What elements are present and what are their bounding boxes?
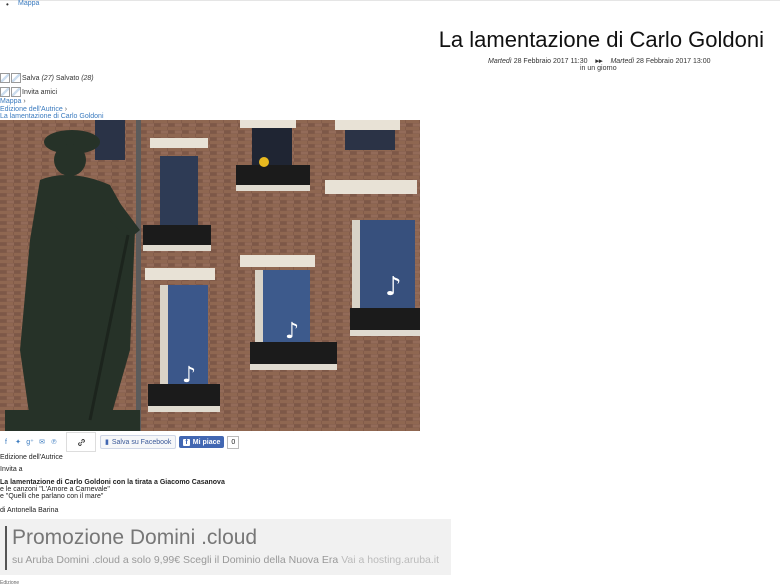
save-count: (27) (41, 74, 54, 82)
description-line-3: e "Quelli che parlano con il mare" (0, 493, 104, 500)
save-link[interactable]: Salva (22, 75, 40, 82)
start-date: 28 Febbraio (513, 58, 552, 65)
author-text: di Antonella Barina (0, 507, 59, 514)
breadcrumb: Mappa › Edizione dell'Autrice › La lamen… (0, 98, 104, 120)
ad-accent-bar (5, 526, 7, 570)
saved-count: (28) (81, 74, 94, 82)
organizer-text: Edizione dell'Autrice (0, 454, 63, 461)
saved-link[interactable]: Salvato (56, 75, 79, 82)
google-plus-icon[interactable]: g⁺ (24, 438, 36, 446)
share-bar: f ✦ g⁺ ✉ ℗ ▮ Salva su Facebook f Mi piace … (0, 432, 240, 452)
breadcrumb-item-organizer[interactable]: Edizione dell'Autrice (0, 106, 63, 113)
breadcrumb-item-event[interactable]: La lamentazione di Carlo Goldoni (0, 113, 104, 120)
end-date: 28 Febbraio (636, 58, 674, 65)
start-day: Martedì (488, 58, 512, 65)
like-count: 0 (227, 435, 240, 449)
ad-url[interactable]: Vai a hosting.aruba.it (341, 554, 439, 566)
breadcrumb-item-map[interactable]: Mappa (0, 98, 21, 105)
top-border (0, 0, 780, 1)
end-time: 13:00 (693, 58, 711, 65)
invite-text: Invita a (0, 466, 23, 473)
map-link[interactable]: Mappa (6, 0, 40, 9)
invite-row: Invita amici (0, 86, 57, 98)
start-year: 2017 (553, 58, 569, 65)
end-year: 2017 (675, 58, 692, 65)
invite-icon[interactable] (0, 87, 10, 97)
start-time: 11:30 (570, 58, 588, 65)
description-line-1: La lamentazione di Carlo Goldoni con la … (0, 479, 225, 486)
email-icon[interactable]: ✉ (36, 438, 48, 446)
event-dates: Martedì 28 Febbraio 2017 11:30 ▸▸ Marted… (488, 57, 711, 65)
save-row: Salva (27) Salvato (28) (0, 72, 94, 84)
facebook-logo-icon: f (183, 438, 190, 446)
save-on-facebook-button[interactable]: ▮ Salva su Facebook (100, 435, 177, 449)
twitter-icon[interactable]: ✦ (12, 438, 24, 446)
copy-link-button[interactable] (66, 432, 96, 452)
event-photo: ♪ ♪ ♪ (0, 120, 420, 431)
event-duration: in un giorno (580, 65, 617, 72)
friends-icon[interactable] (11, 87, 21, 97)
link-icon (77, 438, 85, 446)
bookmark-icon: ▮ (105, 439, 109, 446)
end-day: Martedì (610, 58, 635, 65)
saved-icon[interactable] (11, 73, 21, 83)
svg-text:♪: ♪ (285, 319, 299, 344)
facebook-like-button[interactable]: f Mi piace (179, 436, 225, 448)
goldoni-statue-photo: ♪ ♪ ♪ (0, 120, 420, 431)
invite-friends-link[interactable]: Invita amici (22, 89, 57, 96)
ad-banner[interactable]: Promozione Domini .cloud su Aruba Domini… (0, 519, 451, 575)
svg-text:♪: ♪ (182, 363, 196, 388)
footer-text: Edizione (0, 580, 20, 586)
date-arrow-icon: ▸▸ (595, 58, 603, 65)
description-line-2: e le canzoni "L'Amore a Carnevale" (0, 486, 110, 493)
facebook-icon[interactable]: f (0, 439, 12, 446)
ad-title[interactable]: Promozione Domini .cloud (12, 526, 257, 550)
svg-text:♪: ♪ (385, 272, 402, 302)
event-title: La lamentazione di Carlo Goldoni (438, 27, 764, 52)
pinterest-icon[interactable]: ℗ (48, 439, 60, 446)
save-icon[interactable] (0, 73, 10, 83)
ad-text: su Aruba Domini .cloud a solo 9,99€ Sceg… (12, 554, 440, 566)
